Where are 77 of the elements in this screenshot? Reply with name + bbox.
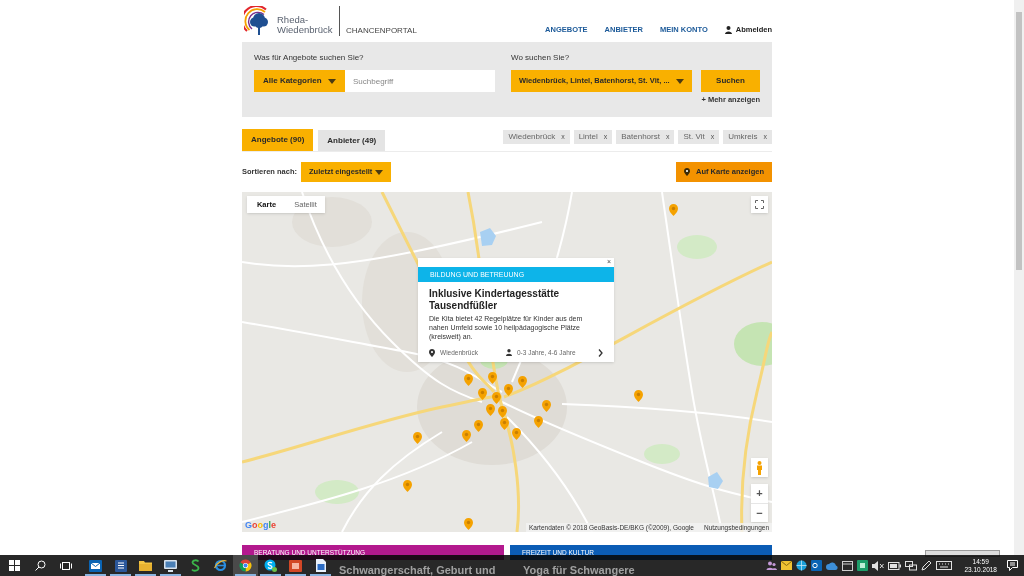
s-curve-icon [191, 559, 200, 572]
ring-tile-icon[interactable] [811, 560, 823, 571]
pond-drawing [480, 228, 496, 246]
map-pin-icon[interactable] [669, 204, 678, 216]
segmented-circle-icon [239, 559, 252, 572]
person-icon [506, 349, 512, 356]
location-pin-icon [429, 348, 435, 357]
task-view-icon[interactable] [59, 560, 72, 571]
map-pin-icon[interactable] [464, 518, 473, 530]
map-pin-icon [684, 168, 691, 176]
scrollbar-track[interactable] [1014, 0, 1024, 555]
pond-drawing [708, 472, 723, 489]
chevron-right-icon[interactable] [598, 348, 603, 357]
people-icon[interactable] [766, 560, 778, 571]
map-logo: Google [245, 520, 277, 530]
filter-label: Batenhorst [621, 132, 660, 142]
person-figure-icon [756, 460, 763, 475]
map-pin-icon[interactable] [634, 390, 643, 402]
search-field[interactable]: Suchbegriff [345, 70, 495, 92]
running-indicator [310, 574, 331, 576]
search-button[interactable]: Suchen [701, 70, 760, 92]
scroll-thumb[interactable] [1016, 12, 1022, 270]
running-indicator [110, 574, 131, 576]
category-dropdown[interactable]: Alle Kategorien [254, 70, 345, 92]
filter-label: St. Vit [683, 132, 705, 142]
popup-title: Inklusive Kindertagesstätte Tausendfüßler [429, 288, 561, 312]
zoom-out-button[interactable]: − [751, 503, 768, 522]
speaker-muted-icon[interactable] [872, 560, 885, 571]
globe-icon[interactable] [796, 560, 808, 571]
text-document-icon [114, 559, 127, 572]
portal-name: CHANCENPORTAL [346, 26, 417, 36]
field-label: Was für Angebote suchen Sie? [254, 53, 365, 63]
field-label: Wo suchen Sie? [511, 53, 571, 63]
fullscreen-icon [755, 200, 764, 209]
pen-icon[interactable] [921, 560, 933, 571]
running-indicator [285, 574, 306, 576]
map-pin-icon[interactable] [403, 480, 412, 492]
envelope-icon[interactable] [781, 561, 793, 570]
notification-icon[interactable] [1007, 560, 1018, 571]
slide-tile-icon [289, 559, 302, 572]
map-pin-icon[interactable] [534, 416, 543, 428]
card-title[interactable]: Schwangerschaft, Geburt und [339, 564, 496, 576]
fullscreen-button[interactable] [751, 196, 768, 213]
result-tab[interactable]: Anbieter (49) [318, 130, 386, 151]
cloud-icon[interactable] [826, 561, 839, 570]
result-tab[interactable]: Angebote (90) [242, 129, 314, 151]
network-icon[interactable] [905, 560, 918, 571]
running-indicator [235, 574, 256, 576]
round-badge-icon [264, 559, 277, 572]
square-tile-icon[interactable] [857, 560, 869, 571]
ring-swoosh-icon [214, 559, 227, 572]
envelope-app-icon [89, 559, 102, 572]
monitor-icon [164, 559, 177, 572]
search-icon[interactable] [35, 560, 46, 571]
windows-logo-icon[interactable] [8, 560, 20, 571]
battery-icon[interactable] [888, 561, 902, 570]
filter-label: Umkreis [728, 132, 758, 142]
map-pin-icon[interactable] [413, 432, 422, 444]
folder-icon [139, 560, 152, 571]
keyboard-icon[interactable] [936, 561, 953, 570]
caret-icon [676, 78, 684, 84]
document-icon [315, 559, 326, 572]
caret-icon [375, 169, 383, 175]
user-icon [724, 26, 732, 34]
running-indicator [160, 574, 181, 576]
card-title[interactable]: Yoga für Schwangere [523, 564, 635, 576]
running-indicator [135, 574, 156, 576]
running-indicator [260, 574, 281, 576]
map-pin-icon[interactable] [464, 374, 473, 386]
zoom-in-button[interactable]: + [751, 484, 768, 503]
window-icon[interactable] [842, 560, 854, 571]
filter-label: Lintel [578, 132, 598, 142]
running-indicator [85, 574, 106, 576]
logo-text: Rheda-Wiedenbrück [277, 12, 334, 35]
caret-icon [328, 78, 336, 84]
map-pin-icon[interactable] [500, 418, 509, 430]
filter-label: Wiedenbrück [508, 132, 556, 142]
